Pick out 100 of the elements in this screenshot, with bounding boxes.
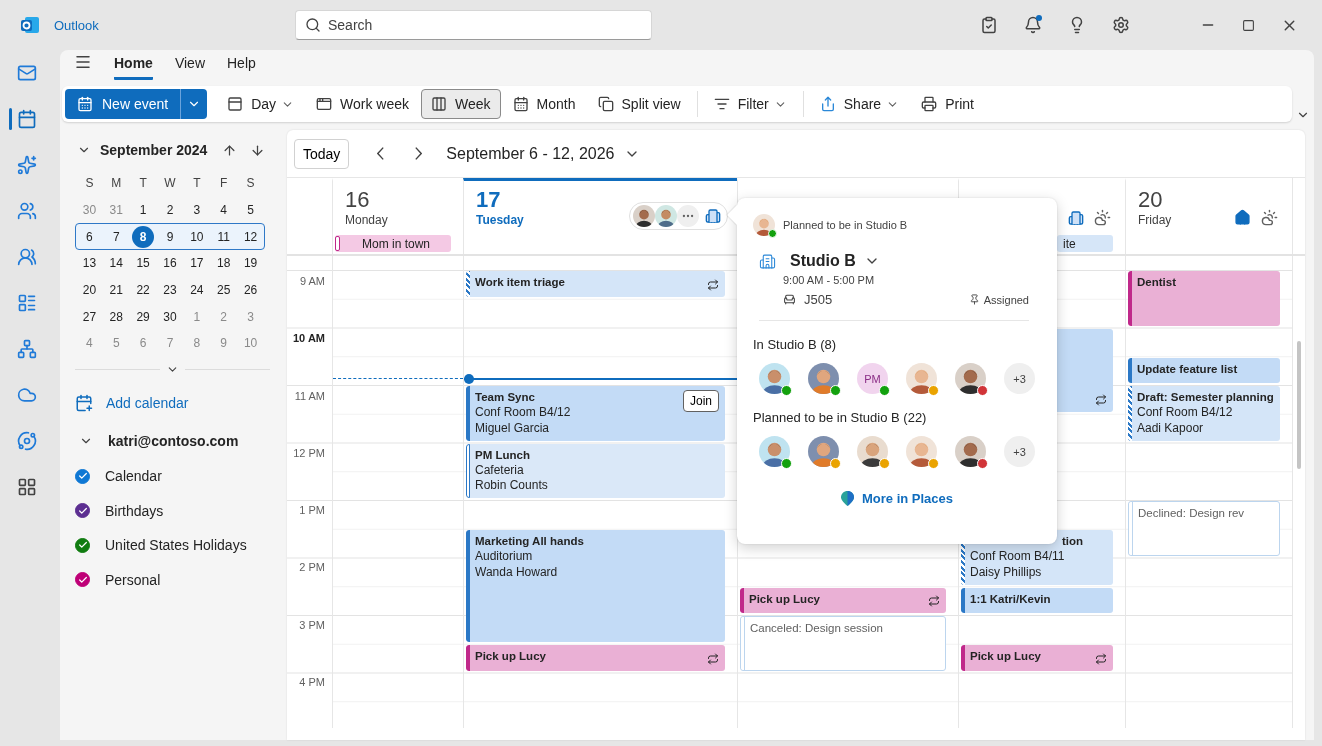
- calendar-day[interactable]: 26: [239, 279, 262, 302]
- calendar-day[interactable]: 21: [105, 279, 128, 302]
- calendar-name: United States Holidays: [105, 537, 247, 554]
- calendar-event[interactable]: 1:1 Katri/Kevin: [961, 587, 1113, 614]
- event-detail: Miguel Garcia: [475, 420, 550, 437]
- day-name: Tuesday: [476, 213, 524, 227]
- view-button[interactable]: Day: [217, 89, 305, 119]
- calendar-event[interactable]: Team Sync Conf Room B4/12 Miguel Garcia Join: [466, 386, 725, 441]
- event-title: tion: [1062, 534, 1084, 550]
- group-heading: Planned to be in Studio B (22): [753, 410, 928, 425]
- day-number: 20: [1138, 187, 1164, 213]
- calendar-day[interactable]: 15: [132, 252, 155, 275]
- calendar-event[interactable]: Pick up Lucy: [466, 645, 725, 671]
- calendar-event[interactable]: Draft: Semester planning Conf Room B4/12 Aadi Kapoor: [1128, 386, 1280, 441]
- date-range: September 6 - 12, 2026: [446, 144, 615, 163]
- join-button[interactable]: Join: [683, 390, 719, 413]
- event-title: PM Lunch: [475, 447, 530, 463]
- event-title: 1:1 Katri/Kevin: [970, 591, 1051, 607]
- event-title: Declined: Design rev: [1138, 506, 1245, 522]
- event-detail: Wanda Howard: [475, 564, 558, 581]
- event-title: Draft: Semester planning: [1137, 390, 1274, 406]
- desk-status: Assigned: [983, 293, 1029, 306]
- calendar-day[interactable]: 30: [159, 305, 181, 328]
- calendar-event[interactable]: Update feature list: [1128, 357, 1280, 384]
- calendar-event[interactable]: Dentist: [1128, 271, 1280, 326]
- calendar-day[interactable]: 10: [185, 225, 208, 248]
- event-title: Pick up Lucy: [970, 649, 1041, 665]
- calendar-day[interactable]: 29: [132, 305, 155, 328]
- calendar-day[interactable]: 1: [132, 199, 155, 222]
- event-detail: Conf Room B4/12: [1137, 405, 1233, 421]
- view-button[interactable]: Month: [502, 89, 586, 119]
- view-button[interactable]: Work week: [306, 89, 420, 119]
- time-label: 10 AM: [293, 332, 325, 345]
- calendar-event[interactable]: Pick up Lucy: [961, 645, 1113, 671]
- calendar-day[interactable]: 16: [159, 252, 181, 275]
- calendar-day[interactable]: 20: [78, 279, 101, 302]
- event-title: Pick up Lucy: [749, 591, 820, 607]
- calendar-event[interactable]: Pick up Lucy: [740, 587, 946, 614]
- day-name: Monday: [345, 213, 388, 227]
- calendar-event[interactable]: Canceled: Design session: [740, 616, 946, 671]
- event-detail: Cafeteria: [475, 462, 524, 479]
- calendar-day[interactable]: 2: [159, 199, 181, 222]
- all-day-event[interactable]: Mom in town: [335, 235, 451, 252]
- desk-name: J505: [804, 292, 833, 307]
- all-day-event[interactable]: ite: [1057, 235, 1113, 252]
- calendar-day[interactable]: 3: [185, 199, 208, 222]
- more-in-places-link[interactable]: More in Places: [840, 491, 953, 506]
- weekday-label: S: [84, 176, 95, 191]
- calendar-day[interactable]: 23: [159, 279, 181, 302]
- calendar-day[interactable]: 4: [212, 199, 235, 222]
- toolbar-button[interactable]: Share: [809, 89, 910, 119]
- calendar-event[interactable]: Declined: Design rev: [1128, 501, 1280, 556]
- group-heading: In Studio B (8): [753, 337, 838, 352]
- view-button[interactable]: Split view: [587, 89, 691, 119]
- day-name: Friday: [1138, 213, 1172, 227]
- calendar-day[interactable]: 13: [78, 252, 101, 275]
- avatar-initials: PM: [857, 363, 888, 394]
- event-detail: Conf Room B4/12: [475, 405, 571, 421]
- calendar-event[interactable]: Work item triage: [466, 271, 725, 298]
- calendar-event[interactable]: PM Lunch Cafeteria Robin Counts: [466, 443, 725, 499]
- calendar-day[interactable]: 28: [105, 305, 128, 328]
- ribbon-tab[interactable]: Help: [227, 55, 256, 80]
- calendar-name: Personal: [105, 571, 161, 588]
- more-people[interactable]: +3: [1004, 363, 1035, 394]
- calendar-day[interactable]: 12: [239, 225, 262, 248]
- toolbar-button[interactable]: Filter: [703, 89, 797, 119]
- weekday-label: M: [110, 176, 123, 191]
- today-button[interactable]: Today: [294, 138, 350, 169]
- time-label: 3 PM: [299, 618, 325, 631]
- calendar-day[interactable]: 14: [105, 252, 128, 275]
- calendar-day[interactable]: 17: [185, 252, 208, 275]
- calendar-day[interactable]: 25: [212, 279, 235, 302]
- toolbar-button[interactable]: Print: [911, 89, 984, 119]
- calendar-day[interactable]: 24: [185, 279, 208, 302]
- calendar-event[interactable]: Marketing All hands Auditorium Wanda Howard: [466, 530, 725, 643]
- time-label: 9 AM: [299, 275, 325, 287]
- more-people[interactable]: +3: [1004, 436, 1035, 467]
- search-field[interactable]: Search: [295, 10, 652, 40]
- calendar-day[interactable]: 6: [78, 225, 101, 248]
- calendar-day[interactable]: 22: [132, 279, 155, 302]
- ribbon-tab[interactable]: View: [174, 55, 205, 80]
- app-name: Outlook: [54, 17, 99, 33]
- calendar-day[interactable]: 18: [212, 252, 235, 275]
- calendar-day[interactable]: 19: [239, 252, 262, 275]
- calendar-day[interactable]: 5: [239, 199, 262, 222]
- calendar-day[interactable]: 8: [132, 225, 155, 248]
- day-number: 16: [345, 187, 371, 213]
- calendar-day[interactable]: 11: [212, 225, 235, 248]
- view-button[interactable]: Week: [421, 89, 501, 119]
- calendar-day[interactable]: 9: [159, 225, 181, 248]
- calendar-day[interactable]: 7: [105, 225, 128, 248]
- new-event-button[interactable]: New event: [65, 89, 181, 119]
- calendar-day[interactable]: 27: [78, 305, 101, 328]
- weekday-label: T: [192, 176, 202, 191]
- add-calendar-link[interactable]: Add calendar: [75, 393, 287, 412]
- account-name: katri@contoso.com: [108, 432, 239, 449]
- event-detail: Robin Counts: [475, 478, 548, 494]
- event-title: Marketing All hands: [475, 534, 584, 550]
- ribbon-tab[interactable]: Home: [114, 55, 153, 80]
- place-name[interactable]: Studio B: [790, 252, 856, 270]
